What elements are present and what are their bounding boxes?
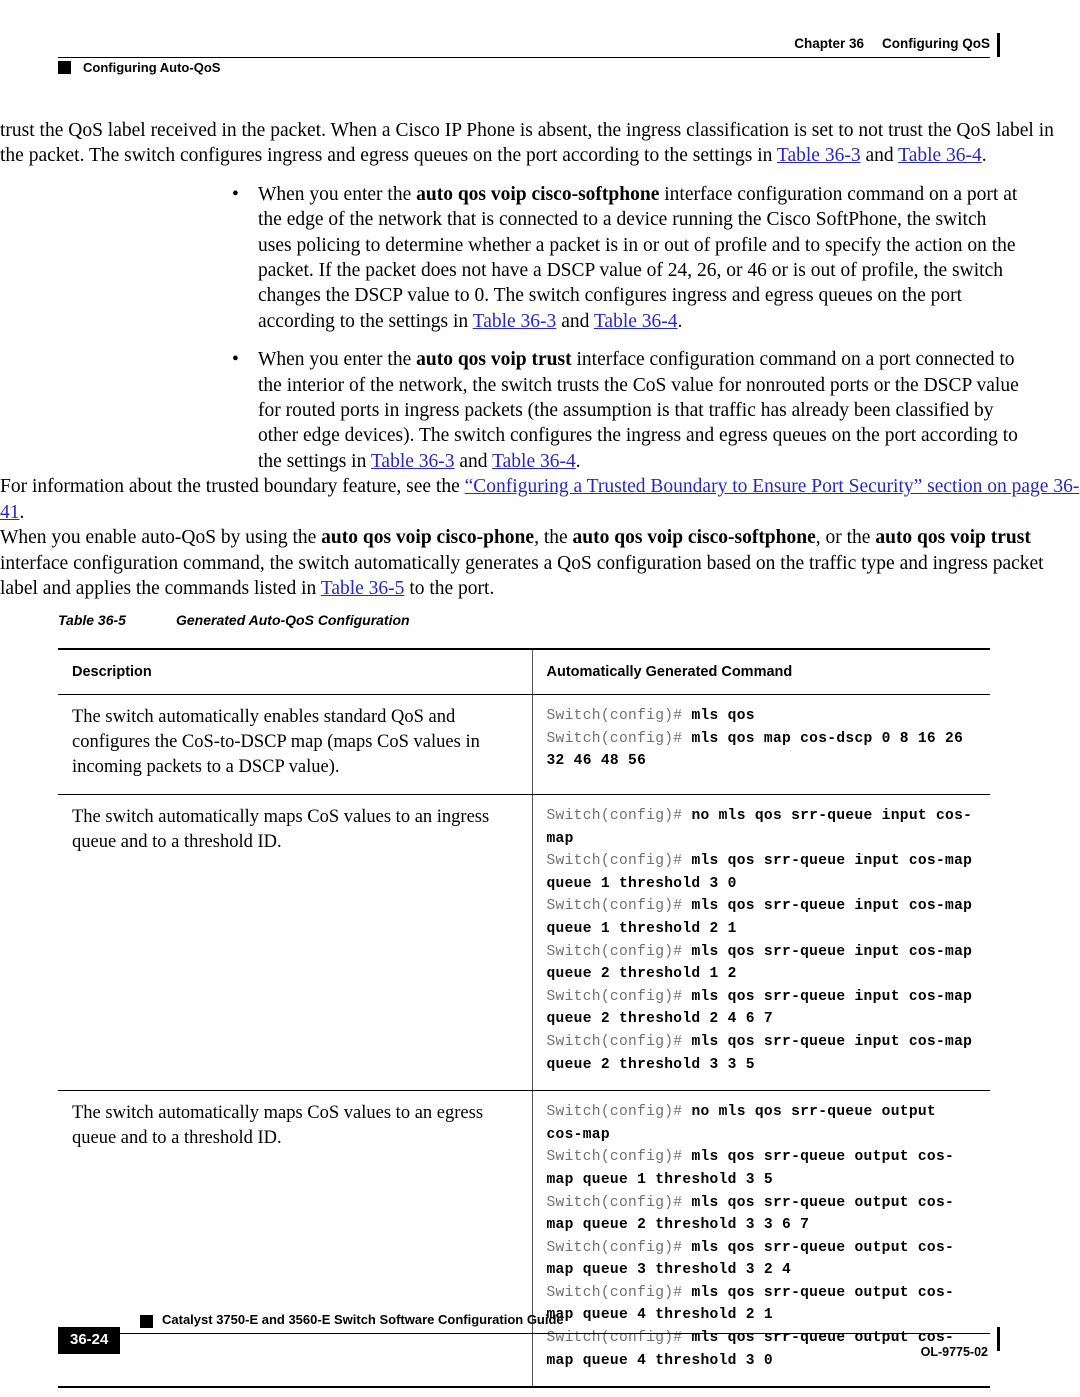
table-body: The switch automatically enables standar… bbox=[58, 694, 990, 1389]
command-line: Switch(config)# mls qos srr-queue input … bbox=[547, 941, 977, 986]
command-line: Switch(config)# no mls qos srr-queue out… bbox=[547, 1101, 977, 1146]
table-section: Table 36-5 Generated Auto-QoS Configurati… bbox=[58, 612, 990, 1389]
summary-s1: When you enable auto-QoS by using the bbox=[0, 527, 322, 549]
summary-s5: to the port. bbox=[404, 577, 495, 599]
command-line: Switch(config)# mls qos srr-queue output… bbox=[547, 1237, 977, 1282]
paragraph-continued: trust the QoS label received in the pack… bbox=[0, 118, 1080, 169]
summary-s3: , or the bbox=[815, 527, 876, 549]
footer-rule bbox=[58, 1333, 990, 1334]
cli-prompt: Switch(config)# bbox=[546, 898, 692, 915]
bullet-icon: • bbox=[232, 349, 239, 371]
cli-prompt: Switch(config)# bbox=[546, 1239, 692, 1256]
column-header-command: Automatically Generated Command bbox=[531, 648, 990, 695]
paragraph-cross-reference: For information about the trusted bounda… bbox=[0, 474, 1080, 525]
command-line: Switch(config)# mls qos srr-queue input … bbox=[547, 850, 977, 895]
link-table-36-3[interactable]: Table 36-3 bbox=[371, 451, 455, 472]
cli-prompt: Switch(config)# bbox=[546, 1104, 692, 1121]
page-footer: Catalyst 3750-E and 3560-E Switch Softwa… bbox=[0, 1287, 1080, 1397]
footer-document-title: Catalyst 3750-E and 3560-E Switch Softwa… bbox=[162, 1312, 564, 1327]
table-caption: Table 36-5 Generated Auto-QoS Configurati… bbox=[58, 612, 990, 628]
bullet1-post: interface configuration command on a por… bbox=[258, 183, 1018, 332]
link-table-36-3[interactable]: Table 36-3 bbox=[473, 311, 557, 332]
table-row: The switch automatically enables standar… bbox=[58, 694, 990, 795]
cell-command: Switch(config)# no mls qos srr-queue inp… bbox=[531, 794, 990, 1092]
summary-s4: interface configuration command, the swi… bbox=[0, 552, 1044, 599]
xref-pre: For information about the trusted bounda… bbox=[0, 476, 465, 498]
cli-prompt: Switch(config)# bbox=[546, 1194, 692, 1211]
cell-description: The switch automatically enables standar… bbox=[58, 694, 532, 795]
list-item: • When you enter the auto qos voip cisco… bbox=[228, 182, 1020, 334]
header-section: Configuring Auto-QoS bbox=[58, 56, 220, 78]
command-line: Switch(config)# mls qos srr-queue input … bbox=[547, 1031, 977, 1076]
command-line: Switch(config)# mls qos map cos-dscp 0 8… bbox=[547, 728, 977, 773]
summary-command-2: auto qos voip cisco-softphone bbox=[572, 527, 816, 549]
list-item-text: When you enter the auto qos voip cisco-s… bbox=[258, 182, 1020, 334]
bullet1-conj: and bbox=[556, 310, 594, 332]
table-caption-number: Table 36-5 bbox=[58, 612, 126, 628]
command-line: Switch(config)# mls qos srr-queue input … bbox=[547, 895, 977, 940]
cli-prompt: Switch(config)# bbox=[546, 943, 692, 960]
cli-prompt: Switch(config)# bbox=[546, 853, 692, 870]
page-header: Chapter 36 Configuring QoS Configuring Au… bbox=[0, 0, 1080, 86]
cell-description: The switch automatically maps CoS values… bbox=[58, 794, 532, 1092]
bullet2-pre: When you enter the bbox=[258, 349, 417, 371]
cli-command: mls qos bbox=[691, 708, 755, 724]
cli-prompt: Switch(config)# bbox=[546, 988, 692, 1005]
link-table-36-5[interactable]: Table 36-5 bbox=[321, 578, 405, 599]
bullet1-period: . bbox=[677, 310, 683, 332]
table-row: The switch automatically maps CoS values… bbox=[58, 794, 990, 1092]
column-header-description: Description bbox=[58, 648, 532, 695]
list-item: • When you enter the auto qos voip trust… bbox=[228, 347, 1020, 474]
bullet2-command: auto qos voip trust bbox=[416, 349, 572, 371]
para1-line1: trust the QoS label received in the pack… bbox=[0, 120, 682, 141]
cli-prompt: Switch(config)# bbox=[546, 1149, 692, 1166]
link-table-36-4[interactable]: Table 36-4 bbox=[594, 311, 678, 332]
paragraph-summary: When you enable auto-QoS by using the au… bbox=[0, 525, 1080, 601]
square-bullet-icon bbox=[58, 60, 71, 74]
summary-command-1: auto qos voip cisco-phone bbox=[321, 527, 535, 549]
para1-period: . bbox=[981, 145, 987, 167]
para1-conj: and bbox=[860, 145, 899, 167]
command-line: Switch(config)# no mls qos srr-queue inp… bbox=[547, 805, 977, 850]
list-item-text: When you enter the auto qos voip trust i… bbox=[258, 347, 1020, 474]
para1-line3: queues on the port according to the sett… bbox=[413, 145, 777, 167]
xref-period: . bbox=[19, 501, 25, 523]
header-chapter-title: Configuring QoS bbox=[882, 36, 990, 51]
header-chapter-info: Chapter 36 Configuring QoS bbox=[794, 36, 990, 51]
summary-s2: , the bbox=[534, 527, 573, 549]
page-content: trust the QoS label received in the pack… bbox=[0, 118, 1080, 601]
page-number-badge: 36-24 bbox=[58, 1327, 121, 1354]
bullet1-command: auto qos voip cisco-softphone bbox=[416, 183, 660, 205]
table-header-row: Description Automatically Generated Comm… bbox=[58, 648, 990, 695]
command-line: Switch(config)# mls qos srr-queue output… bbox=[547, 1192, 977, 1237]
header-chapter-number: Chapter 36 bbox=[794, 36, 865, 51]
command-line: Switch(config)# mls qos bbox=[547, 705, 977, 728]
bullet1-pre: When you enter the bbox=[258, 183, 417, 205]
square-bullet-icon bbox=[140, 1315, 153, 1328]
header-section-label: Configuring Auto-QoS bbox=[83, 59, 221, 75]
cli-prompt: Switch(config)# bbox=[546, 730, 692, 747]
footer-rule-tick bbox=[997, 1327, 1000, 1351]
cli-prompt: Switch(config)# bbox=[546, 708, 692, 724]
link-table-36-4[interactable]: Table 36-4 bbox=[492, 451, 576, 472]
cell-command: Switch(config)# mls qos Switch(config)# m… bbox=[531, 694, 990, 795]
link-table-36-3[interactable]: Table 36-3 bbox=[777, 145, 861, 166]
bullet2-conj: and bbox=[454, 450, 493, 472]
bullet2-period: . bbox=[575, 450, 581, 472]
header-rule-tick bbox=[997, 33, 1000, 57]
cli-prompt: Switch(config)# bbox=[546, 808, 692, 824]
footer-doc-id: OL-9775-02 bbox=[920, 1345, 988, 1359]
generated-auto-qos-table: Description Automatically Generated Comm… bbox=[58, 648, 990, 1389]
cli-prompt: Switch(config)# bbox=[546, 1033, 692, 1050]
summary-command-3: auto qos voip trust bbox=[875, 527, 1031, 549]
command-line: Switch(config)# mls qos srr-queue output… bbox=[547, 1146, 977, 1191]
link-table-36-4[interactable]: Table 36-4 bbox=[898, 145, 982, 166]
table-caption-title: Generated Auto-QoS Configuration bbox=[176, 612, 410, 628]
command-line: Switch(config)# mls qos srr-queue input … bbox=[547, 986, 977, 1031]
bullet-icon: • bbox=[232, 183, 239, 205]
